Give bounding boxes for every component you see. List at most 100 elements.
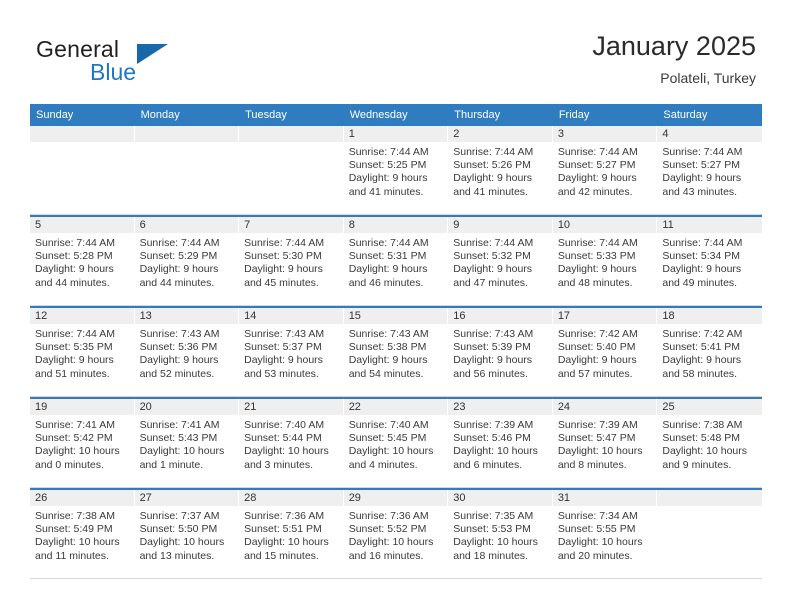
day-detail-line: and 51 minutes. xyxy=(35,367,110,380)
calendar-week-row: 1 Sunrise: 7:44 AM Sunset: 5:25 PM Daylight… xyxy=(30,126,762,215)
day-details: Sunrise: 7:42 AM Sunset: 5:41 PM Daylight:… xyxy=(657,324,762,381)
calendar-cell-day-5[interactable]: 5 Sunrise: 7:44 AM Sunset: 5:28 PM Daylight… xyxy=(30,217,135,305)
day-number: 28 xyxy=(239,490,343,506)
day-details: Sunrise: 7:43 AM Sunset: 5:37 PM Daylight:… xyxy=(239,324,343,381)
calendar-cell-day-20[interactable]: 20 Sunrise: 7:41 AM Sunset: 5:43 PM Dayligh… xyxy=(134,399,240,487)
day-detail-line: Sunrise: 7:44 AM xyxy=(662,146,743,158)
day-of-week-thursday: Thursday xyxy=(454,109,501,121)
day-detail-line: and 58 minutes. xyxy=(662,367,738,380)
calendar-cell-day-29[interactable]: 29 Sunrise: 7:36 AM Sunset: 5:52 PM Dayligh… xyxy=(343,490,449,578)
day-detail-line: Sunset: 5:47 PM xyxy=(557,432,636,445)
calendar-cell-day-10[interactable]: 10 Sunrise: 7:44 AM Sunset: 5:33 PM Dayligh… xyxy=(552,217,658,305)
day-number: 29 xyxy=(343,490,448,506)
day-number: 14 xyxy=(239,308,343,324)
day-number: 2 xyxy=(448,126,552,142)
day-detail-line: Sunrise: 7:44 AM xyxy=(139,237,220,249)
calendar-cell-day-13[interactable]: 13 Sunrise: 7:43 AM Sunset: 5:36 PM Dayligh… xyxy=(134,308,240,396)
day-detail-line: Sunrise: 7:38 AM xyxy=(662,419,743,431)
day-detail-line: Sunrise: 7:44 AM xyxy=(453,146,534,158)
day-number: 25 xyxy=(657,399,762,415)
day-details: Sunrise: 7:38 AM Sunset: 5:48 PM Daylight:… xyxy=(657,415,762,472)
calendar-cell-day-15[interactable]: 15 Sunrise: 7:43 AM Sunset: 5:38 PM Dayligh… xyxy=(343,308,449,396)
calendar-cell-day-17[interactable]: 17 Sunrise: 7:42 AM Sunset: 5:40 PM Dayligh… xyxy=(552,308,658,396)
day-details: Sunrise: 7:44 AM Sunset: 5:26 PM Daylight:… xyxy=(448,142,552,199)
day-number: 27 xyxy=(134,490,239,506)
calendar-cell-day-23[interactable]: 23 Sunrise: 7:39 AM Sunset: 5:46 PM Dayligh… xyxy=(448,399,553,487)
day-detail-line: Sunrise: 7:44 AM xyxy=(557,237,638,249)
day-detail-line: Sunrise: 7:43 AM xyxy=(348,328,429,340)
day-detail-line: Sunrise: 7:39 AM xyxy=(453,419,534,431)
calendar-cell-day-30[interactable]: 30 Sunrise: 7:35 AM Sunset: 5:53 PM Dayligh… xyxy=(448,490,553,578)
day-detail-line: Daylight: 9 hours xyxy=(139,263,219,276)
calendar-cell-day-18[interactable]: 18 Sunrise: 7:42 AM Sunset: 5:41 PM Dayligh… xyxy=(657,308,762,396)
day-detail-line: Sunset: 5:26 PM xyxy=(453,159,531,172)
day-detail-line: and 42 minutes. xyxy=(557,185,633,198)
day-detail-line: Sunset: 5:33 PM xyxy=(557,250,636,263)
calendar-cell-day-6[interactable]: 6 Sunrise: 7:44 AM Sunset: 5:29 PM Daylight… xyxy=(134,217,240,305)
day-details: Sunrise: 7:44 AM Sunset: 5:28 PM Daylight:… xyxy=(30,233,134,290)
calendar-cell-day-24[interactable]: 24 Sunrise: 7:39 AM Sunset: 5:47 PM Dayligh… xyxy=(552,399,658,487)
day-detail-line: and 45 minutes. xyxy=(244,276,319,289)
calendar-cell-day-11[interactable]: 11 Sunrise: 7:44 AM Sunset: 5:34 PM Dayligh… xyxy=(657,217,762,305)
calendar-weeks: 1 Sunrise: 7:44 AM Sunset: 5:25 PM Daylight… xyxy=(30,126,762,579)
day-number: 26 xyxy=(30,490,134,506)
day-detail-line: Daylight: 10 hours xyxy=(348,445,434,458)
day-number: 20 xyxy=(134,399,239,415)
day-detail-line: Daylight: 10 hours xyxy=(557,536,643,549)
day-detail-line: Sunset: 5:31 PM xyxy=(348,250,427,263)
day-detail-line: and 4 minutes. xyxy=(348,458,418,471)
day-detail-line: Daylight: 9 hours xyxy=(348,354,428,367)
calendar-cell-day-8[interactable]: 8 Sunrise: 7:44 AM Sunset: 5:31 PM Daylight… xyxy=(343,217,449,305)
day-detail-line: Daylight: 10 hours xyxy=(35,536,120,549)
calendar-cell-day-28[interactable]: 28 Sunrise: 7:36 AM Sunset: 5:51 PM Dayligh… xyxy=(239,490,344,578)
calendar-cell-day-31[interactable]: 31 Sunrise: 7:34 AM Sunset: 5:55 PM Dayligh… xyxy=(552,490,658,578)
day-detail-line: and 18 minutes. xyxy=(453,549,528,562)
day-of-week-saturday: Saturday xyxy=(663,109,708,121)
day-detail-line: Sunrise: 7:44 AM xyxy=(35,328,115,340)
day-detail-line: and 6 minutes. xyxy=(453,458,523,471)
calendar-cell-day-25[interactable]: 25 Sunrise: 7:38 AM Sunset: 5:48 PM Dayligh… xyxy=(657,399,762,487)
day-detail-line: Daylight: 10 hours xyxy=(244,536,329,549)
day-detail-line: Sunset: 5:35 PM xyxy=(35,341,113,354)
title-block: January 2025 Polateli, Turkey xyxy=(592,30,756,87)
calendar-cell-day-16[interactable]: 16 Sunrise: 7:43 AM Sunset: 5:39 PM Dayligh… xyxy=(448,308,553,396)
day-detail-line: and 41 minutes. xyxy=(348,185,424,198)
calendar-cell-day-2[interactable]: 2 Sunrise: 7:44 AM Sunset: 5:26 PM Daylight… xyxy=(448,126,553,214)
day-details xyxy=(239,142,343,146)
calendar-cell-day-7[interactable]: 7 Sunrise: 7:44 AM Sunset: 5:30 PM Daylight… xyxy=(239,217,344,305)
calendar-cell-day-9[interactable]: 9 Sunrise: 7:44 AM Sunset: 5:32 PM Daylight… xyxy=(448,217,553,305)
day-details: Sunrise: 7:44 AM Sunset: 5:34 PM Daylight:… xyxy=(657,233,762,290)
calendar-cell-day-12[interactable]: 12 Sunrise: 7:44 AM Sunset: 5:35 PM Dayligh… xyxy=(30,308,135,396)
calendar-cell-day-4[interactable]: 4 Sunrise: 7:44 AM Sunset: 5:27 PM Daylight… xyxy=(657,126,762,214)
calendar-cell-day-14[interactable]: 14 Sunrise: 7:43 AM Sunset: 5:37 PM Dayligh… xyxy=(239,308,344,396)
day-number: 7 xyxy=(239,217,343,233)
day-details: Sunrise: 7:44 AM Sunset: 5:27 PM Daylight:… xyxy=(657,142,762,199)
day-detail-line: Sunrise: 7:44 AM xyxy=(35,237,115,249)
calendar-cell-day-27[interactable]: 27 Sunrise: 7:37 AM Sunset: 5:50 PM Dayligh… xyxy=(134,490,240,578)
calendar-cell-day-3[interactable]: 3 Sunrise: 7:44 AM Sunset: 5:27 PM Daylight… xyxy=(552,126,658,214)
calendar-cell-day-22[interactable]: 22 Sunrise: 7:40 AM Sunset: 5:45 PM Dayligh… xyxy=(343,399,449,487)
brand-logo[interactable]: General Blue xyxy=(36,36,256,92)
calendar-cell-day-26[interactable]: 26 Sunrise: 7:38 AM Sunset: 5:49 PM Dayligh… xyxy=(30,490,135,578)
day-number xyxy=(30,126,134,142)
day-details: Sunrise: 7:39 AM Sunset: 5:47 PM Daylight:… xyxy=(553,415,657,472)
day-detail-line: Sunset: 5:49 PM xyxy=(35,523,113,536)
day-details: Sunrise: 7:44 AM Sunset: 5:35 PM Daylight:… xyxy=(30,324,134,381)
day-number: 18 xyxy=(657,308,762,324)
page-header: General Blue January 2025 Polateli, Turk… xyxy=(0,0,792,100)
calendar-week-row: 19 Sunrise: 7:41 AM Sunset: 5:42 PM Dayligh… xyxy=(30,397,762,488)
day-detail-line: Sunset: 5:55 PM xyxy=(557,523,636,536)
calendar-cell-day-19[interactable]: 19 Sunrise: 7:41 AM Sunset: 5:42 PM Dayligh… xyxy=(30,399,135,487)
day-details: Sunrise: 7:36 AM Sunset: 5:52 PM Daylight:… xyxy=(344,506,448,563)
day-detail-line: Sunset: 5:30 PM xyxy=(244,250,322,263)
day-detail-line: and 46 minutes. xyxy=(348,276,424,289)
day-detail-line: Daylight: 10 hours xyxy=(453,445,538,458)
day-detail-line: Sunset: 5:43 PM xyxy=(139,432,218,445)
calendar-cell-day-1[interactable]: 1 Sunrise: 7:44 AM Sunset: 5:25 PM Daylight… xyxy=(343,126,449,214)
calendar-cell-day-21[interactable]: 21 Sunrise: 7:40 AM Sunset: 5:44 PM Dayligh… xyxy=(239,399,344,487)
day-detail-line: and 54 minutes. xyxy=(348,367,424,380)
day-detail-line: Daylight: 9 hours xyxy=(557,263,637,276)
day-detail-line: and 3 minutes. xyxy=(244,458,314,471)
day-of-week-wednesday: Wednesday xyxy=(349,109,408,121)
day-detail-line: and 11 minutes. xyxy=(35,549,109,562)
